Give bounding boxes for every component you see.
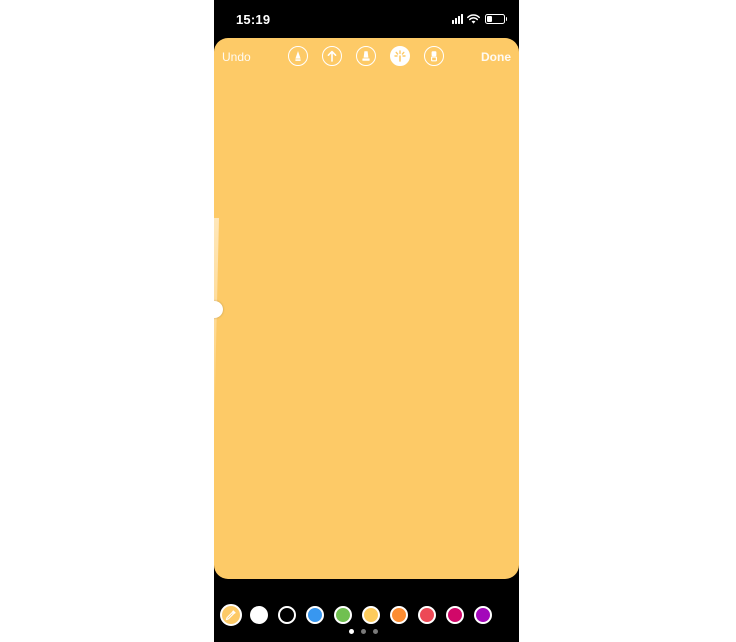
page-dot[interactable]	[349, 629, 354, 634]
palette-page-indicator	[349, 629, 378, 634]
cellular-signal-icon	[452, 14, 463, 24]
wifi-icon	[467, 14, 480, 24]
color-swatch-green[interactable]	[334, 606, 352, 624]
brush-size-slider[interactable]	[214, 218, 220, 433]
marker-tool[interactable]	[356, 46, 376, 66]
status-bar: 15:19	[214, 0, 519, 38]
color-swatch-black[interactable]	[278, 606, 296, 624]
color-palette	[220, 604, 502, 626]
status-time: 15:19	[236, 12, 271, 27]
pen-tool[interactable]	[288, 46, 308, 66]
color-swatch-pink[interactable]	[446, 606, 464, 624]
eraser-icon	[430, 51, 438, 62]
battery-level	[487, 16, 492, 22]
eraser-tool[interactable]	[424, 46, 444, 66]
page-dot[interactable]	[361, 629, 366, 634]
eyedropper-button[interactable]	[220, 604, 242, 626]
neon-tool[interactable]	[390, 46, 410, 66]
brush-size-track	[214, 218, 219, 433]
color-swatch-red[interactable]	[418, 606, 436, 624]
marker-icon	[362, 51, 370, 61]
done-button[interactable]: Done	[481, 50, 511, 64]
color-swatch-orange[interactable]	[390, 606, 408, 624]
battery-icon	[485, 14, 507, 24]
drawing-canvas[interactable]: Undo Done	[214, 38, 519, 579]
color-swatch-blue[interactable]	[306, 606, 324, 624]
neon-icon	[394, 50, 406, 62]
color-swatch-white[interactable]	[250, 606, 268, 624]
status-icons	[452, 13, 507, 25]
arrow-icon	[327, 50, 337, 62]
page-dot[interactable]	[373, 629, 378, 634]
color-swatch-purple[interactable]	[474, 606, 492, 624]
color-swatch-yellow[interactable]	[362, 606, 380, 624]
pen-icon	[295, 51, 301, 61]
brush-tool-picker	[288, 46, 444, 66]
undo-button[interactable]: Undo	[222, 50, 251, 64]
arrow-tool[interactable]	[322, 46, 342, 66]
eyedropper-icon	[225, 610, 236, 621]
phone-screen: 15:19 Undo Done	[214, 0, 519, 642]
